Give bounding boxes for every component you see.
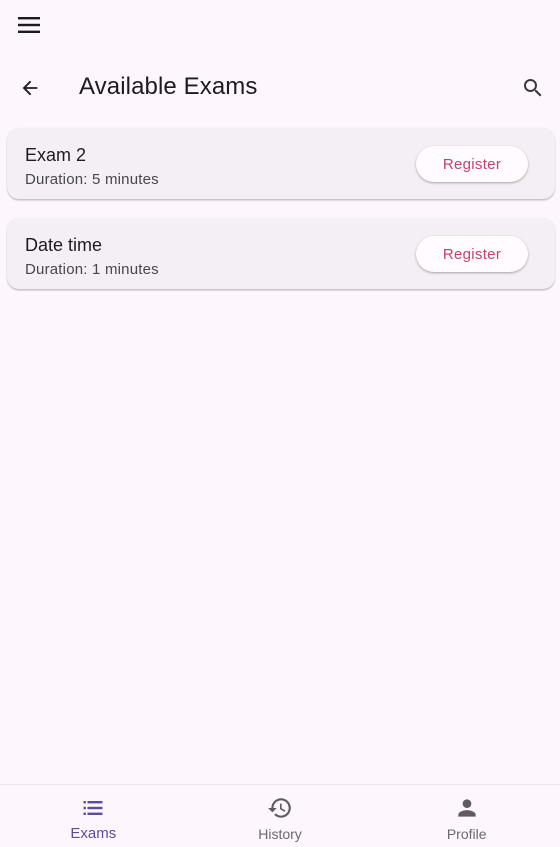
bottom-navigation: Exams History Profile [0, 784, 560, 847]
nav-item-profile[interactable]: Profile [373, 785, 560, 847]
person-icon [454, 795, 480, 821]
exam-list: Exam 2 Duration: 5 minutes Register Date… [7, 128, 555, 308]
exam-duration: Duration: 1 minutes [25, 261, 159, 278]
menu-button[interactable] [11, 7, 47, 43]
nav-label-exams: Exams [70, 825, 117, 842]
exam-card: Exam 2 Duration: 5 minutes Register [7, 128, 555, 199]
screen: Available Exams Exam 2 Duration: 5 minut… [0, 0, 560, 847]
back-button[interactable] [11, 69, 49, 107]
exam-name: Date time [25, 235, 103, 255]
exam-card: Date time Duration: 1 minutes Register [7, 218, 555, 289]
search-icon [524, 79, 542, 97]
nav-label-history: History [258, 826, 302, 842]
top-bar [0, 0, 560, 50]
exam-duration: Duration: 5 minutes [25, 171, 159, 188]
hamburger-menu-icon [18, 17, 40, 33]
register-button[interactable]: Register [416, 236, 528, 272]
register-button[interactable]: Register [416, 146, 528, 182]
list-icon [80, 795, 106, 821]
arrow-back-icon [22, 80, 38, 96]
app-bar: Available Exams [0, 60, 560, 116]
nav-item-history[interactable]: History [187, 785, 374, 847]
history-icon [267, 795, 293, 821]
nav-label-profile: Profile [446, 826, 487, 842]
search-button[interactable] [514, 69, 552, 107]
page-title: Available Exams [79, 73, 258, 100]
exam-name: Exam 2 [25, 145, 87, 165]
nav-item-exams[interactable]: Exams [0, 785, 187, 847]
